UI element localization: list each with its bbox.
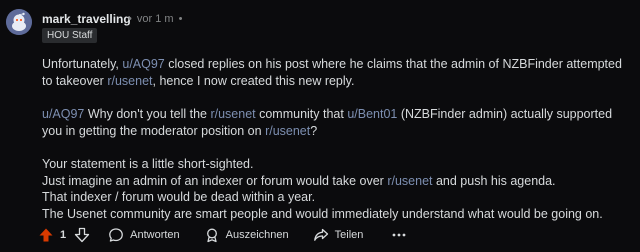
comment-text: community that	[255, 107, 348, 121]
vote-count: 1	[60, 229, 67, 241]
comment-text: and push his agenda.	[432, 173, 556, 188]
user-mention-link[interactable]: u/Bent01	[347, 107, 397, 121]
award-button[interactable]: Auszeichnen	[204, 224, 289, 246]
comment-text: ?	[310, 123, 318, 138]
snoo-avatar-icon	[6, 9, 32, 35]
meta-separator: •	[178, 13, 183, 25]
upvote-button[interactable]	[38, 224, 54, 246]
comment-text: , hence I now created this new reply.	[152, 73, 355, 88]
meta-separator: •	[128, 13, 132, 25]
comment-text: Your statement is a little short-sighted…	[42, 157, 254, 171]
user-flair-badge: HOU Staff	[42, 28, 98, 43]
more-options-button[interactable]	[391, 224, 407, 246]
upvote-arrow-icon	[39, 228, 53, 242]
comment-bubble-icon	[109, 228, 123, 242]
award-button-label: Auszeichnen	[225, 229, 289, 241]
downvote-button[interactable]	[74, 224, 90, 246]
subreddit-link[interactable]: r/usenet	[210, 107, 255, 121]
subreddit-link[interactable]: r/usenet	[265, 124, 310, 138]
avatar[interactable]	[6, 9, 32, 35]
subreddit-link[interactable]: r/usenet	[387, 174, 432, 188]
reply-button[interactable]: Antworten	[108, 224, 180, 246]
comment-body: Unfortunately, u/AQ97 closed replies on …	[42, 56, 632, 222]
comment-text: Just imagine an admin of an indexer or f…	[42, 173, 388, 188]
comment-text: The Usenet community are smart people an…	[42, 206, 603, 221]
comment: mark_travelling • vor 1 m • HOU Staff Un…	[0, 0, 640, 252]
comment-paragraph: Your statement is a little short-sighted…	[42, 156, 632, 222]
user-mention-link[interactable]: u/AQ97	[122, 57, 164, 71]
comment-text: Unfortunately,	[42, 57, 123, 71]
share-button[interactable]: Teilen	[313, 224, 364, 246]
comment-paragraph: u/AQ97 Why don't you tell the r/usenet c…	[42, 106, 632, 139]
comment-text: That indexer / forum would be dead withi…	[42, 190, 316, 204]
downvote-arrow-icon	[74, 227, 90, 243]
comment-meta: • vor 1 m •	[126, 13, 185, 25]
share-button-label: Teilen	[334, 229, 364, 241]
comment-text: Why don't you tell the	[84, 107, 211, 121]
more-dots-icon	[393, 233, 406, 237]
award-icon	[206, 228, 217, 243]
comment-paragraph: Unfortunately, u/AQ97 closed replies on …	[42, 56, 632, 89]
comment-timestamp[interactable]: vor 1 m	[137, 13, 174, 25]
reply-button-label: Antworten	[130, 229, 180, 241]
comment-action-bar: 1 Antworten Auszeichnen Teilen	[38, 224, 407, 246]
user-mention-link[interactable]: u/AQ97	[42, 107, 84, 121]
subreddit-link[interactable]: r/usenet	[107, 74, 152, 88]
username-link[interactable]: mark_travelling	[42, 12, 131, 26]
share-arrow-icon	[313, 228, 328, 241]
